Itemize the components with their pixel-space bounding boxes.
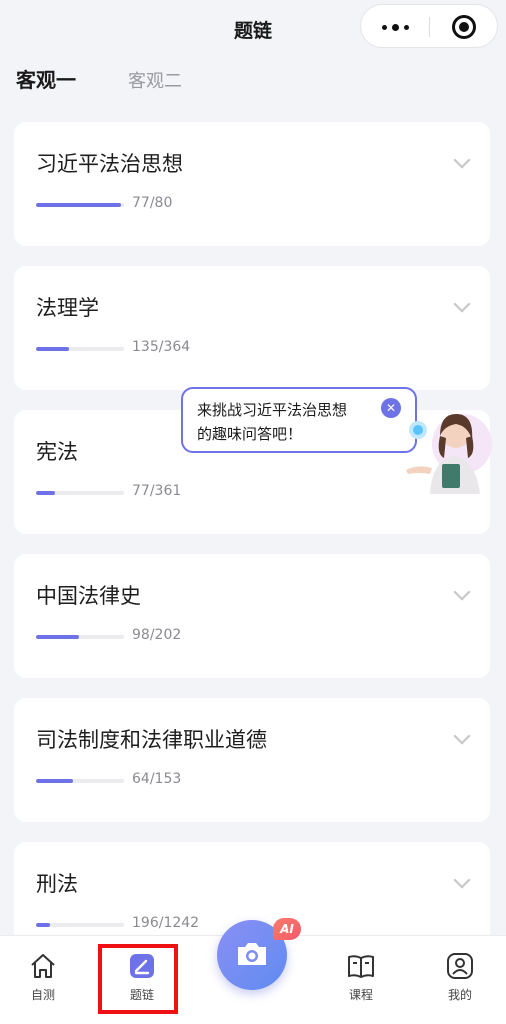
subject-name: 法理学 [36,296,99,320]
bubble-text-line-2: 的趣味问答吧！ [197,425,303,443]
chevron-down-icon[interactable] [453,151,471,169]
progress-count: 77/361 [132,483,182,499]
chevron-down-icon[interactable] [453,295,471,313]
subject-name: 司法制度和法律职业道德 [36,728,267,752]
mini-program-capsule [360,4,498,48]
ai-badge: AI [273,918,301,940]
progress-bar [36,779,124,783]
annotation-highlight-box [98,944,178,1014]
progress-fill [36,347,69,351]
more-dot-icon [381,24,387,30]
progress-fill [36,203,121,207]
bubble-text-line-1: 来挑战习近平法治思想 [197,401,348,419]
quiz-invite-bubble[interactable]: 来挑战习近平法治思想 的趣味问答吧！ ✕ [181,387,417,453]
tab-objective-2[interactable]: 客观二 [128,67,182,93]
progress-bar [36,203,124,207]
more-options-button[interactable] [361,5,429,49]
progress-count: 135/364 [132,339,191,355]
chevron-down-icon[interactable] [453,727,471,745]
assistant-avatar-icon[interactable] [396,398,494,494]
tab-label: 我的 [447,988,472,1002]
subject-card[interactable]: 习近平法治思想 77/80 [14,122,490,246]
subject-name: 宪法 [36,440,78,464]
subject-card[interactable]: 中国法律史 98/202 [14,554,490,678]
tab-objective-1[interactable]: 客观一 [16,64,76,93]
progress-fill [36,491,55,495]
home-icon [31,954,55,978]
chevron-down-icon[interactable] [453,583,471,601]
subject-name: 刑法 [36,872,78,896]
tab-label: 课程 [348,988,373,1002]
book-icon [348,955,374,978]
chevron-down-icon[interactable] [453,871,471,889]
capsule-divider [429,17,430,37]
subject-name: 习近平法治思想 [36,152,183,176]
progress-bar [36,923,124,927]
progress-count: 77/80 [132,195,173,211]
progress-fill [36,635,79,639]
subject-card[interactable]: 法理学 135/364 [14,266,490,390]
progress-count: 64/153 [132,771,182,787]
subject-card[interactable]: 司法制度和法律职业道德 64/153 [14,698,490,822]
progress-count: 196/1242 [132,915,200,931]
more-dot-icon [391,23,399,31]
progress-bar [36,491,124,495]
progress-fill [36,923,50,927]
progress-fill [36,779,73,783]
tab-label: 自测 [30,988,55,1002]
top-bar: 题链 [0,0,506,56]
progress-bar [36,635,124,639]
camera-icon [238,943,266,965]
close-miniprogram-icon[interactable] [452,15,476,39]
tab-self-test[interactable]: 自测 [13,950,73,1003]
tab-course[interactable]: 课程 [331,950,391,1003]
progress-count: 98/202 [132,627,182,643]
tab-mine[interactable]: 我的 [430,950,490,1003]
subject-name: 中国法律史 [36,584,141,608]
profile-icon [447,953,473,979]
more-dot-icon [403,24,409,30]
progress-bar [36,347,124,351]
